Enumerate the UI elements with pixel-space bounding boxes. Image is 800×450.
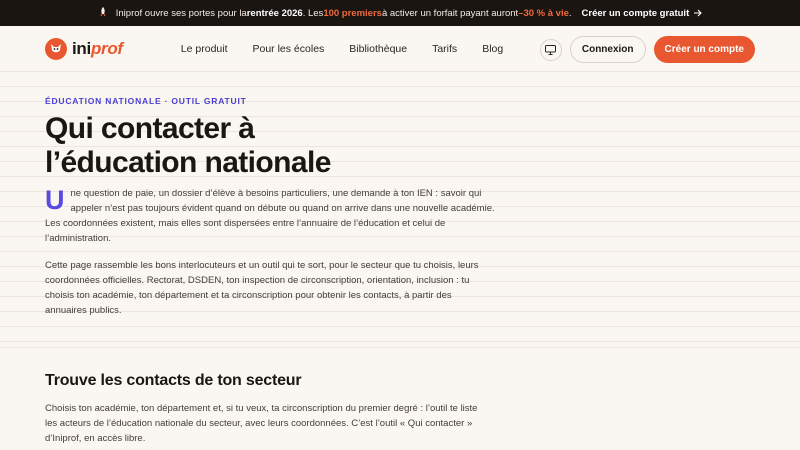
banner-text-1: Iniprof ouvre ses portes pour la [115,7,247,19]
banner-text-2: rentrée 2026 [246,7,303,19]
contacts-section: Trouve les contacts de ton secteur Chois… [0,347,800,450]
announcement-banner: Iniprof ouvre ses portes pour la rentrée… [0,0,800,26]
rocket-icon [98,6,108,20]
drop-cap: U [45,185,65,215]
section-title: Trouve les contacts de ton secteur [45,372,302,389]
display-mode-button[interactable] [539,38,562,61]
nav-actions: Connexion Créer un compte [539,36,755,63]
page-title: Qui contacter à l’éducation nationale [45,112,495,180]
signup-button[interactable]: Créer un compte [653,36,755,63]
banner-cta-label: Créer un compte gratuit [581,7,690,19]
nav-link-ecoles[interactable]: Pour les écoles [253,43,325,55]
logo-wordmark: iniprof [72,38,123,58]
hero-section: Éducation nationale · Outil gratuit Qui … [0,72,800,347]
banner-text-7: . [568,7,572,19]
iniprof-logo[interactable]: iniprof [45,37,123,60]
banner-highlight-discount: –30 % à vie [518,7,569,19]
fox-logo-icon [45,37,67,60]
nav-links: Le produit Pour les écoles Bibliothèque … [181,43,528,55]
nav-link-tarifs[interactable]: Tarifs [432,43,457,55]
nav-link-bibliotheque[interactable]: Bibliothèque [349,43,407,55]
intro-paragraph-text: ne question de paie, un dossier d’élève … [45,188,495,244]
monitor-icon [545,44,557,55]
intro-paragraph: Une question de paie, un dossier d’élève… [45,186,495,246]
login-button[interactable]: Connexion [569,36,646,63]
nav-link-blog[interactable]: Blog [482,43,503,55]
nav-link-produit[interactable]: Le produit [181,43,228,55]
banner-highlight-100: 100 premiers [323,7,382,19]
eyebrow-label: Éducation nationale · Outil gratuit [45,96,247,106]
page-title-line-2: l’éducation nationale [45,146,331,179]
page-title-line-1: Qui contacter à [45,112,255,145]
section-description: Choisis ton académie, ton département et… [45,403,478,444]
second-paragraph: Cette page rassemble les bons interlocut… [45,260,479,316]
banner-text-5: à activer un forfait payant auront [381,7,519,19]
top-navigation: iniprof Le produit Pour les écoles Bibli… [0,26,800,72]
arrow-right-icon [694,9,703,17]
banner-cta-link[interactable]: Créer un compte gratuit [582,8,703,19]
banner-text-3: . Les [302,7,324,19]
